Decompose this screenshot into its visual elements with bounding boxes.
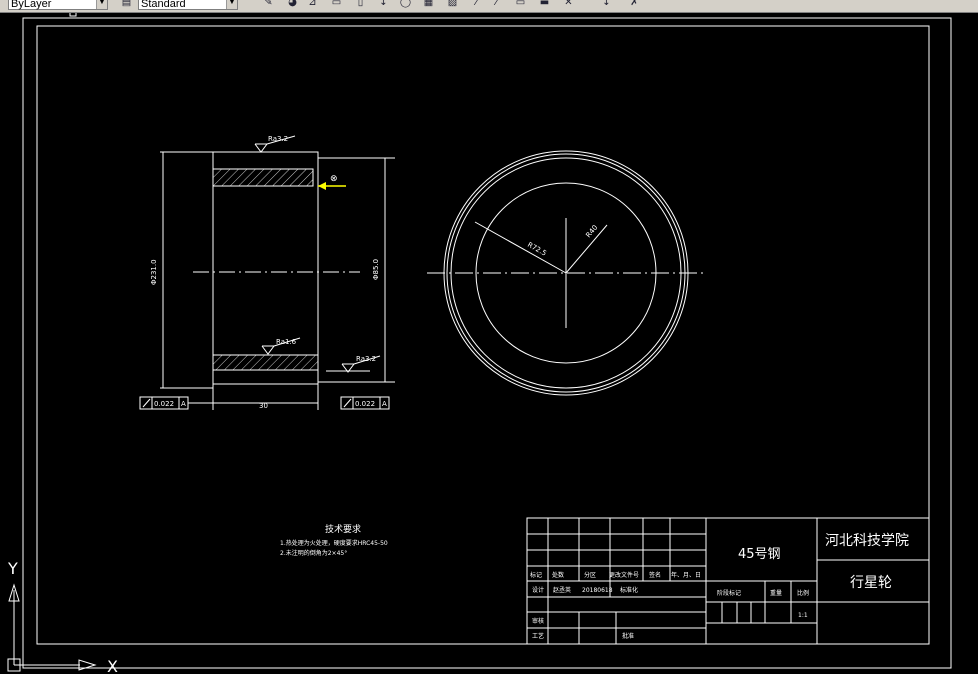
roughness-symbol-top [254, 143, 268, 153]
section-outline [212, 151, 319, 385]
undo-icon[interactable]: ✗ [628, 0, 641, 9]
sheet-outer-border [22, 17, 952, 669]
roughness-symbol-inner [261, 345, 275, 355]
tb-scale: 1:1 [798, 612, 808, 619]
tb-header-4: 更改文件号 [609, 571, 639, 579]
radius-leader-1 [474, 221, 567, 274]
tb-part-name: 行星轮 [850, 575, 892, 591]
match-properties-icon[interactable]: ◕ [286, 0, 299, 9]
toolbar: ByLayer ▼ ▤ Standard ▼ ✎ ◕ ⊿ ▭ ▯ ↕ ◯ ▦ ▨… [0, 0, 978, 13]
radius-label-1: R72.5 [526, 241, 548, 258]
move-icon[interactable]: ↕ [377, 0, 390, 9]
style-combo[interactable]: Standard ▼ [138, 0, 238, 10]
notes-line-2: 2.未注明的倒角为2×45° [280, 549, 347, 557]
dim-outer-diameter-label: Φ231.0 [150, 259, 158, 285]
section-symbol: ⊗ [330, 174, 338, 184]
tb-header-1: 标记 [530, 571, 542, 579]
ucs-icon [7, 583, 97, 672]
tb-scale-label: 比例 [797, 589, 809, 597]
runout-arrow-icon [343, 398, 352, 408]
dim-inner-diameter-label: Φ85.0 [372, 259, 380, 280]
tb-review-label: 审核 [532, 617, 544, 625]
table-icon[interactable]: ▬ [538, 0, 551, 9]
tb-process-label: 工艺 [532, 632, 544, 640]
tb-stage-label: 阶段标记 [717, 589, 741, 597]
runout-arrow-icon [142, 398, 151, 408]
ucs-x-label: X [107, 657, 118, 674]
runout-left-value: 0.022 [154, 400, 174, 408]
runout-right-value: 0.022 [355, 400, 375, 408]
front-view [427, 150, 705, 396]
copy-icon[interactable]: ▦ [422, 0, 435, 9]
zoom-icon[interactable]: ↓ [600, 0, 613, 9]
polyline-icon[interactable]: ▭ [330, 0, 343, 9]
layer-combo[interactable]: ByLayer ▼ [8, 0, 108, 10]
tb-school: 河北科技学院 [825, 533, 909, 549]
rotate-icon[interactable]: ◯ [399, 0, 412, 9]
notes-line-1: 1.热处理为火处理，硬度要求HRC45-50 [280, 539, 388, 547]
hatch-top [212, 168, 314, 187]
notes-title: 技术要求 [325, 523, 361, 535]
tb-design-label: 设计 [532, 586, 544, 594]
runout-right-datum: A [382, 400, 387, 408]
tb-date: 20180618 [582, 587, 613, 594]
rectangle-icon[interactable]: ▯ [354, 0, 367, 9]
tb-header-2: 处数 [552, 571, 564, 579]
chevron-down-icon[interactable]: ▼ [96, 0, 107, 9]
ucs-y-label: Y [7, 559, 18, 578]
highlight-leader-arrow [318, 182, 326, 190]
trim-icon[interactable]: ⁄ [470, 0, 483, 9]
extend-icon[interactable]: ⁄ [490, 0, 503, 9]
tb-approve-label: 批准 [622, 632, 634, 640]
tb-standard-label: 标准化 [620, 586, 638, 594]
sheet-inner-border [36, 25, 930, 645]
tb-material: 45号钢 [738, 547, 781, 562]
tb-header-6: 年、月、日 [671, 571, 701, 579]
chevron-down-icon[interactable]: ▼ [226, 0, 237, 9]
tb-designer: 赵丞英 [553, 586, 571, 594]
text-icon[interactable]: ▭ [514, 0, 527, 9]
dim-width-label: 30 [259, 402, 268, 410]
tb-header-5: 签名 [649, 571, 661, 579]
layer-manager-icon[interactable]: ✎ [262, 0, 275, 9]
tb-weight-label: 重量 [770, 589, 782, 597]
line-icon[interactable]: ⊿ [306, 0, 319, 9]
block-icon[interactable]: ✕ [562, 0, 575, 9]
ucs-small-box [69, 13, 77, 17]
text-style-icon[interactable]: ▤ [120, 0, 133, 9]
drawing-canvas[interactable]: Ra3.2 Ra1.6 Ra3.2 Φ231.0 Φ85.0 30 0.022 … [0, 13, 978, 674]
roughness-label-right: Ra3.2 [356, 355, 376, 363]
hatch-icon[interactable]: ▨ [446, 0, 459, 9]
hatch-bottom [212, 354, 319, 371]
section-view [139, 135, 395, 410]
layer-combo-value: ByLayer [11, 0, 52, 10]
style-combo-value: Standard [141, 0, 186, 10]
roughness-label-top: Ra3.2 [268, 135, 288, 143]
runout-left-datum: A [181, 400, 186, 408]
roughness-label-inner: Ra1.6 [276, 338, 297, 346]
tb-header-3: 分区 [584, 571, 596, 579]
